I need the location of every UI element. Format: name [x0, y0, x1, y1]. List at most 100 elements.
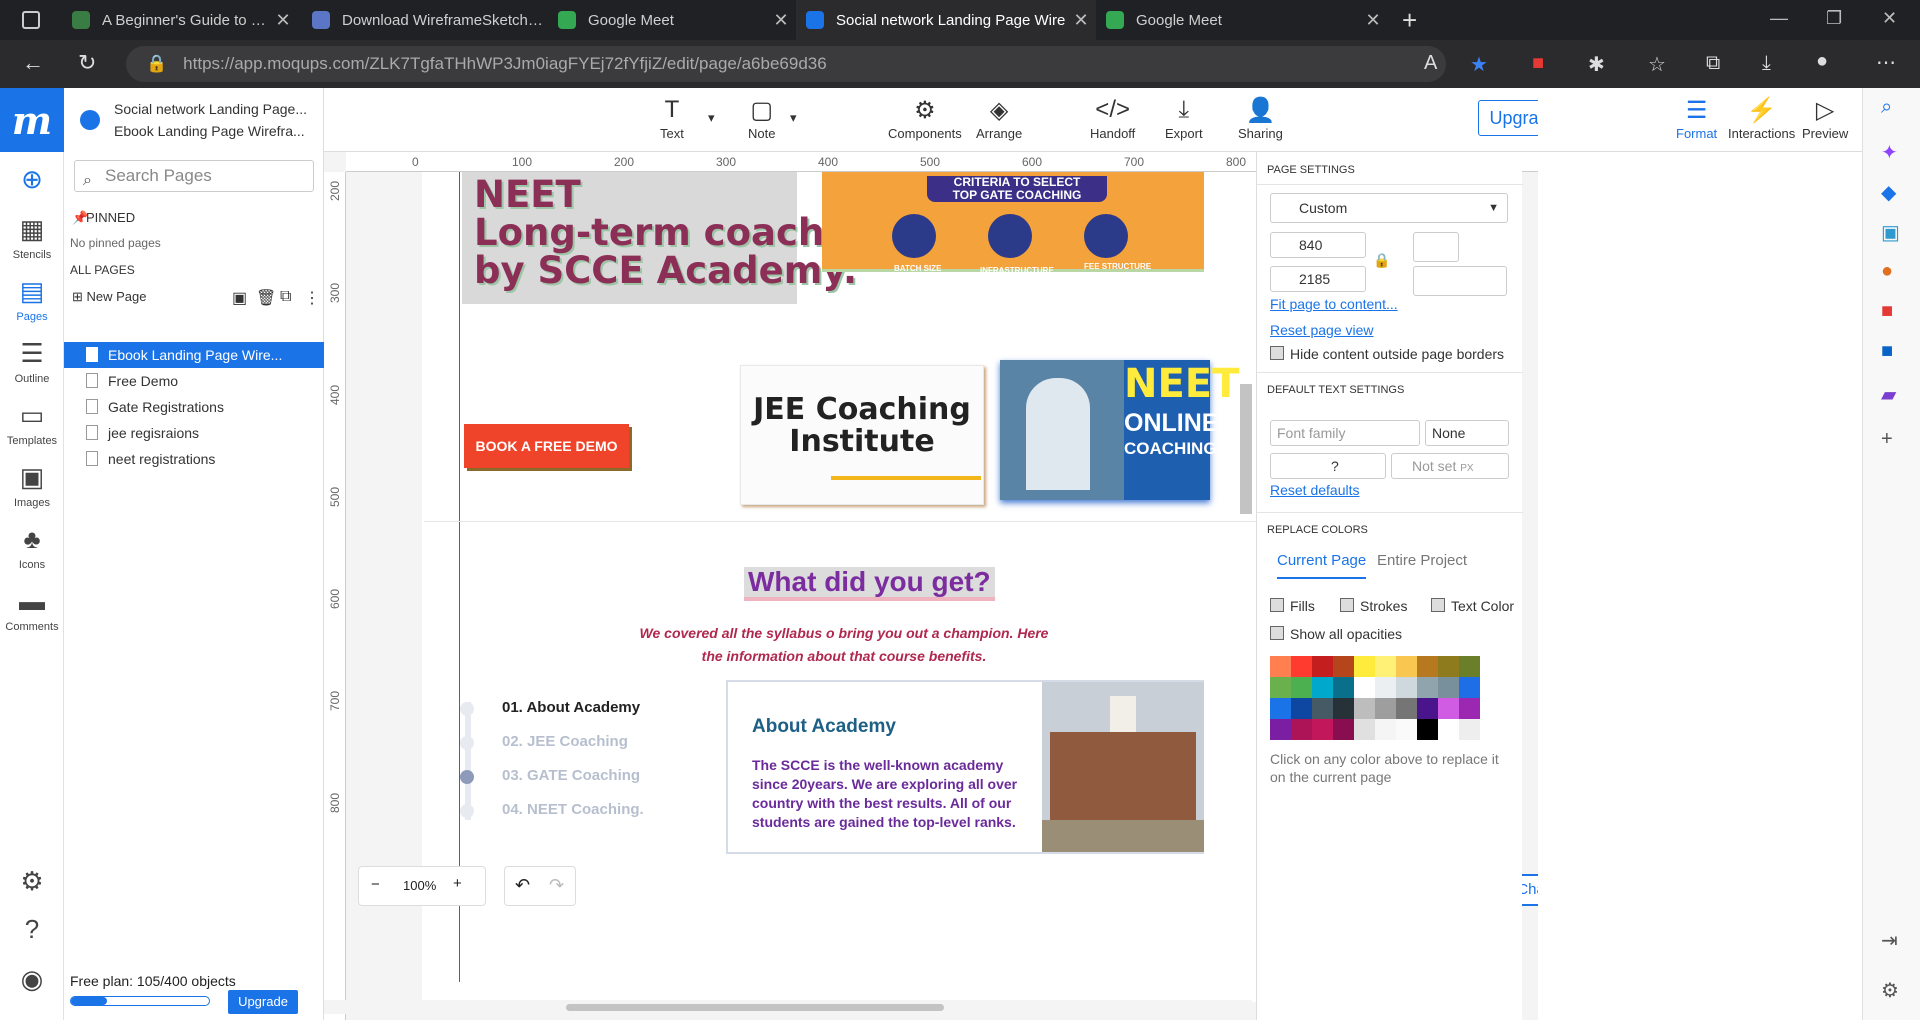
tab-entire-project[interactable]: Entire Project: [1377, 552, 1467, 569]
downloads-icon[interactable]: ⤓: [1762, 52, 1771, 75]
height-field[interactable]: 2185: [1270, 266, 1366, 292]
close-icon[interactable]: ✕: [1066, 10, 1096, 31]
about-academy-card[interactable]: About Academy The SCCE is the well-known…: [726, 680, 1204, 854]
color-swatch[interactable]: [1354, 656, 1375, 677]
jee-coaching-image[interactable]: JEE Coaching Institute: [740, 365, 984, 505]
page-fill-color[interactable]: [1413, 266, 1507, 296]
close-icon[interactable]: ✕: [1358, 10, 1388, 31]
note-tool-dropdown[interactable]: ▾: [790, 110, 797, 126]
color-swatch[interactable]: [1459, 698, 1480, 719]
moqups-logo[interactable]: m: [0, 88, 64, 152]
syllabus-text[interactable]: We covered all the syllabus o bring you …: [634, 622, 1054, 668]
landscape-button[interactable]: [1467, 232, 1507, 262]
color-swatch[interactable]: [1270, 677, 1291, 698]
color-swatch[interactable]: [1270, 656, 1291, 677]
browser-tab[interactable]: A Beginner's Guide to Wireframing✕: [0, 0, 298, 40]
shopping-icon[interactable]: ◆: [1881, 180, 1896, 205]
page-item[interactable]: jee regisraions: [64, 420, 324, 446]
color-swatch[interactable]: [1270, 719, 1291, 740]
hide-content-checkbox[interactable]: Hide content outside page borders: [1270, 346, 1504, 362]
color-swatch[interactable]: [1375, 656, 1396, 677]
project-breadcrumb[interactable]: Social network Landing Page... Ebook Lan…: [114, 98, 307, 142]
timeline-item[interactable]: 04. NEET Coaching.: [502, 801, 644, 818]
page-item[interactable]: Gate Registrations: [64, 394, 324, 420]
trash-icon[interactable]: 🗑: [256, 288, 276, 308]
components-tool[interactable]: ⚙ Components: [888, 96, 962, 141]
color-swatch[interactable]: [1291, 719, 1312, 740]
color-swatch[interactable]: [1291, 698, 1312, 719]
fills-checkbox[interactable]: Fills: [1270, 598, 1315, 614]
sharing-tool[interactable]: 👤 Sharing: [1238, 96, 1283, 141]
note-tool[interactable]: ▢ Note: [748, 96, 775, 141]
color-swatch[interactable]: [1291, 677, 1312, 698]
games-icon[interactable]: ●: [1881, 260, 1893, 283]
rail-icons[interactable]: ♣ Icons: [0, 524, 64, 571]
profile-avatar[interactable]: ●: [1816, 50, 1828, 73]
extensions-puzzle-icon[interactable]: ✱: [1588, 52, 1605, 77]
color-swatch[interactable]: [1396, 677, 1417, 698]
color-swatch[interactable]: [1417, 656, 1438, 677]
font-size-field[interactable]: Not set PX: [1391, 453, 1509, 479]
color-swatch[interactable]: [1438, 719, 1459, 740]
new-folder-icon[interactable]: ▣: [232, 288, 247, 308]
rail-comments[interactable]: ▬ Comments: [0, 586, 64, 633]
color-swatch[interactable]: [1333, 656, 1354, 677]
settings-button[interactable]: ⚙: [0, 866, 64, 901]
rail-stencils[interactable]: ▦ Stencils: [0, 214, 64, 261]
vertical-scrollbar[interactable]: [1240, 384, 1252, 514]
more-options-icon[interactable]: ⋮: [304, 288, 320, 308]
undo-icon[interactable]: ↶: [515, 875, 530, 896]
favorites-icon[interactable]: ☆: [1648, 52, 1666, 77]
office-icon[interactable]: ■: [1881, 300, 1893, 323]
text-tool[interactable]: T Text: [660, 96, 684, 141]
rail-templates[interactable]: ▭ Templates: [0, 400, 64, 447]
color-swatch[interactable]: [1417, 698, 1438, 719]
timeline-item[interactable]: 02. JEE Coaching: [502, 733, 628, 750]
color-swatch[interactable]: [1375, 698, 1396, 719]
read-aloud-icon[interactable]: A: [1424, 52, 1437, 75]
color-swatch[interactable]: [1354, 698, 1375, 719]
preview-tab[interactable]: ▷ Preview: [1802, 96, 1848, 141]
search-icon[interactable]: ⌕: [1881, 96, 1892, 119]
browser-tab-active[interactable]: Social network Landing Page Wire ✕: [796, 0, 1096, 40]
url-field[interactable]: 🔒 https://app.moqups.com/ZLK7TgfaTHhWP3J…: [126, 46, 1446, 82]
gate-criteria-banner[interactable]: CRITERIA TO SELECT TOP GATE COACHING BAT…: [822, 172, 1204, 275]
color-swatch[interactable]: [1396, 656, 1417, 677]
add-icon[interactable]: +: [1881, 428, 1893, 451]
color-swatch[interactable]: [1354, 677, 1375, 698]
color-swatch[interactable]: [1459, 677, 1480, 698]
color-swatch[interactable]: [1270, 698, 1291, 719]
text-color-field[interactable]: ?: [1270, 453, 1386, 479]
page-item[interactable]: neet registrations: [64, 446, 324, 472]
page-item[interactable]: Free Demo: [64, 368, 324, 394]
search-pages-input[interactable]: ⌕ Search Pages: [74, 160, 314, 192]
arrange-tool[interactable]: ◈ Arrange: [976, 96, 1022, 141]
upgrade-small-button[interactable]: Upgrade: [228, 990, 298, 1014]
reset-page-view-link[interactable]: Reset page view: [1270, 322, 1374, 338]
gear-icon[interactable]: ⚙: [1881, 978, 1899, 1003]
maximize-icon[interactable]: ❐: [1826, 8, 1842, 29]
text-style-select[interactable]: None: [1425, 420, 1509, 446]
close-icon[interactable]: ✕: [268, 10, 298, 31]
fit-page-link[interactable]: Fit page to content...: [1270, 296, 1398, 312]
zoom-level[interactable]: 100%: [403, 878, 436, 893]
zoom-out-icon[interactable]: −: [371, 876, 380, 893]
book-free-demo-button[interactable]: BOOK A FREE DEMO: [464, 424, 629, 468]
browser-tab[interactable]: Google Meet ✕: [544, 0, 796, 40]
color-swatch[interactable]: [1438, 656, 1459, 677]
color-swatch[interactable]: [1291, 656, 1312, 677]
color-swatch[interactable]: [1459, 656, 1480, 677]
extension-icon[interactable]: ■: [1532, 52, 1544, 75]
color-swatch[interactable]: [1354, 719, 1375, 740]
outlook-icon[interactable]: ■: [1881, 340, 1893, 363]
color-swatch[interactable]: [1438, 677, 1459, 698]
more-icon[interactable]: ⋯: [1876, 50, 1896, 75]
font-family-select[interactable]: Font family: [1270, 420, 1420, 446]
zoom-in-icon[interactable]: +: [453, 875, 462, 892]
timeline-item[interactable]: 01. About Academy: [502, 699, 640, 716]
text-tool-dropdown[interactable]: ▾: [708, 110, 715, 126]
what-did-you-get-heading[interactable]: What did you get?: [744, 567, 995, 597]
color-swatch[interactable]: [1396, 719, 1417, 740]
page-size-select[interactable]: Custom ▼: [1270, 193, 1508, 223]
rail-outline[interactable]: ☰ Outline: [0, 338, 64, 385]
